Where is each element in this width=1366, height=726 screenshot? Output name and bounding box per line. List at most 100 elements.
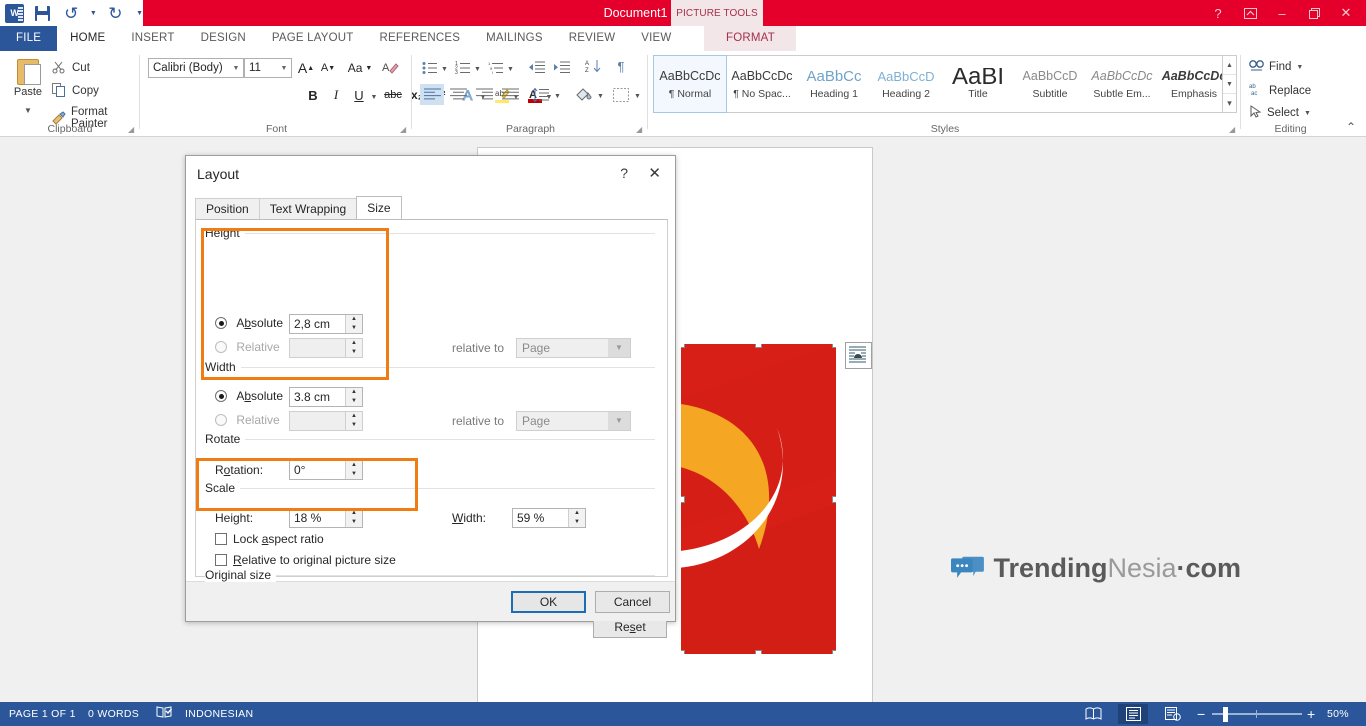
resize-handle[interactable] (755, 650, 762, 654)
resize-handle[interactable] (832, 344, 836, 348)
height-relative-radio[interactable]: Relative (215, 340, 280, 354)
font-name-dropdown-icon[interactable]: ▼ (229, 65, 243, 72)
replace-button[interactable]: ab ac Replace (1249, 82, 1311, 99)
dialog-help-icon[interactable]: ? (620, 165, 628, 181)
find-button[interactable]: Find ▼ (1249, 59, 1303, 75)
style-emphasis[interactable]: AaBbCcDc Emphasis (1158, 56, 1230, 112)
rotation-spinner[interactable]: ▲ ▼ (345, 461, 362, 479)
style-heading-1[interactable]: AaBbCс Heading 1 (798, 56, 870, 112)
tab-review[interactable]: REVIEW (556, 26, 629, 51)
increase-indent-icon[interactable] (551, 57, 573, 78)
align-right-icon[interactable] (472, 84, 496, 105)
ok-button[interactable]: OK (511, 591, 586, 613)
resize-handle[interactable] (681, 496, 685, 503)
clipboard-dialog-launcher[interactable]: ◢ (128, 125, 137, 134)
red-logo-picture[interactable] (681, 344, 836, 654)
bullets-dropdown-icon[interactable]: ▼ (439, 59, 450, 80)
resize-handle[interactable] (832, 650, 836, 654)
width-absolute-spinner[interactable]: ▲ ▼ (345, 388, 362, 406)
styles-scroll-down-icon[interactable]: ▼ (1223, 75, 1236, 94)
paste-button[interactable]: Paste ▼ (8, 55, 48, 115)
print-layout-icon[interactable] (1118, 704, 1148, 724)
tab-references[interactable]: REFERENCES (367, 26, 474, 51)
resize-handle[interactable] (755, 344, 762, 348)
bullets-icon[interactable] (420, 57, 440, 78)
underline-dropdown-icon[interactable]: ▼ (369, 86, 379, 108)
resize-handle[interactable] (832, 496, 836, 503)
scale-height-input[interactable]: 18 % ▲ ▼ (289, 508, 363, 528)
font-name-input[interactable]: Calibri (Body) ▼ (148, 58, 244, 78)
style-subtitle[interactable]: AaBbCcD Subtitle (1014, 56, 1086, 112)
restore-button[interactable] (1298, 0, 1330, 26)
read-mode-icon[interactable] (1078, 704, 1108, 724)
width-absolute-radio[interactable]: Absolute (215, 389, 283, 403)
select-dropdown-icon[interactable]: ▼ (1304, 110, 1311, 117)
style-subtle-emphasis[interactable]: AaBbCcDc Subtle Em... (1086, 56, 1158, 112)
width-relative-radio[interactable]: Relative (215, 413, 280, 427)
change-case-button[interactable]: Aa ▼ (346, 57, 374, 79)
font-dialog-launcher[interactable]: ◢ (400, 125, 409, 134)
lock-aspect-ratio-checkbox[interactable]: Lock aspect ratio (215, 532, 324, 546)
height-absolute-radio[interactable]: Absolute (215, 316, 283, 330)
zoom-level[interactable]: 50% (1327, 702, 1349, 726)
tab-design[interactable]: DESIGN (188, 26, 259, 51)
save-icon[interactable] (33, 3, 52, 23)
tab-format[interactable]: FORMAT (704, 26, 797, 51)
style-normal[interactable]: AaBbCcDc ¶ Normal (653, 55, 727, 113)
find-dropdown-icon[interactable]: ▼ (1296, 64, 1303, 71)
style-heading-2[interactable]: AaBbCcD Heading 2 (870, 56, 942, 112)
align-center-icon[interactable] (446, 84, 470, 105)
styles-dialog-launcher[interactable]: ◢ (1229, 125, 1238, 134)
zoom-in-button[interactable]: + (1307, 702, 1315, 726)
web-layout-icon[interactable] (1158, 704, 1188, 724)
collapse-ribbon-icon[interactable]: ⌃ (1346, 120, 1356, 134)
justify-icon[interactable] (498, 84, 522, 105)
decrease-indent-icon[interactable] (526, 57, 548, 78)
dialog-tab-text-wrapping[interactable]: Text Wrapping (258, 198, 358, 220)
borders-icon[interactable] (610, 84, 632, 105)
copy-button[interactable]: Copy (52, 83, 99, 98)
cancel-button[interactable]: Cancel (595, 591, 670, 613)
customize-qat-icon[interactable]: ▼ (136, 10, 143, 17)
resize-handle[interactable] (681, 650, 685, 654)
tab-insert[interactable]: INSERT (118, 26, 187, 51)
tab-home[interactable]: HOME (57, 26, 118, 51)
numbering-icon[interactable]: 123 (453, 57, 473, 78)
align-left-icon[interactable] (420, 84, 444, 105)
zoom-slider-thumb[interactable] (1223, 707, 1228, 722)
styles-scroll-up-icon[interactable]: ▲ (1223, 56, 1236, 75)
show-formatting-marks-icon[interactable]: ¶ (611, 56, 631, 77)
clear-formatting-icon[interactable]: A (379, 57, 401, 79)
scale-width-spinner[interactable]: ▲ ▼ (568, 509, 585, 527)
styles-more-icon[interactable]: ▾ (1223, 94, 1236, 112)
height-absolute-spinner[interactable]: ▲ ▼ (345, 315, 362, 333)
minimize-button[interactable]: – (1266, 0, 1298, 26)
width-absolute-input[interactable]: 3.8 cm ▲ ▼ (289, 387, 363, 407)
ribbon-display-options-icon[interactable] (1234, 0, 1266, 26)
shading-dropdown-icon[interactable]: ▼ (595, 86, 606, 107)
undo-icon[interactable]: ↺ (62, 3, 81, 23)
strikethrough-button[interactable]: abc (382, 84, 404, 106)
dialog-tab-position[interactable]: Position (195, 198, 260, 220)
style-title[interactable]: AaBІ Title (942, 56, 1014, 112)
styles-scroll-buttons[interactable]: ▲ ▼ ▾ (1222, 55, 1237, 113)
line-spacing-icon[interactable] (530, 84, 552, 105)
word-count[interactable]: 0 WORDS (88, 702, 139, 726)
style-no-spacing[interactable]: AaBbCcDc ¶ No Spac... (726, 56, 798, 112)
dialog-tab-size[interactable]: Size (356, 196, 402, 220)
resize-handle[interactable] (681, 344, 685, 348)
bold-button[interactable]: B (304, 84, 322, 106)
tab-mailings[interactable]: MAILINGS (473, 26, 556, 51)
zoom-out-button[interactable]: − (1197, 702, 1205, 726)
font-size-dropdown-icon[interactable]: ▼ (277, 65, 291, 72)
tab-page-layout[interactable]: PAGE LAYOUT (259, 26, 367, 51)
dialog-close-icon[interactable]: ✕ (648, 164, 661, 182)
italic-button[interactable]: I (327, 84, 345, 106)
paste-dropdown-icon[interactable]: ▼ (8, 106, 48, 115)
relative-to-original-checkbox[interactable]: Relative to original picture size (215, 553, 396, 567)
cut-button[interactable]: Cut (52, 60, 90, 75)
tab-view[interactable]: VIEW (628, 26, 684, 51)
close-button[interactable]: ✕ (1330, 0, 1362, 26)
multilevel-list-icon[interactable]: 1ai (486, 57, 506, 78)
scale-width-input[interactable]: 59 % ▲ ▼ (512, 508, 586, 528)
